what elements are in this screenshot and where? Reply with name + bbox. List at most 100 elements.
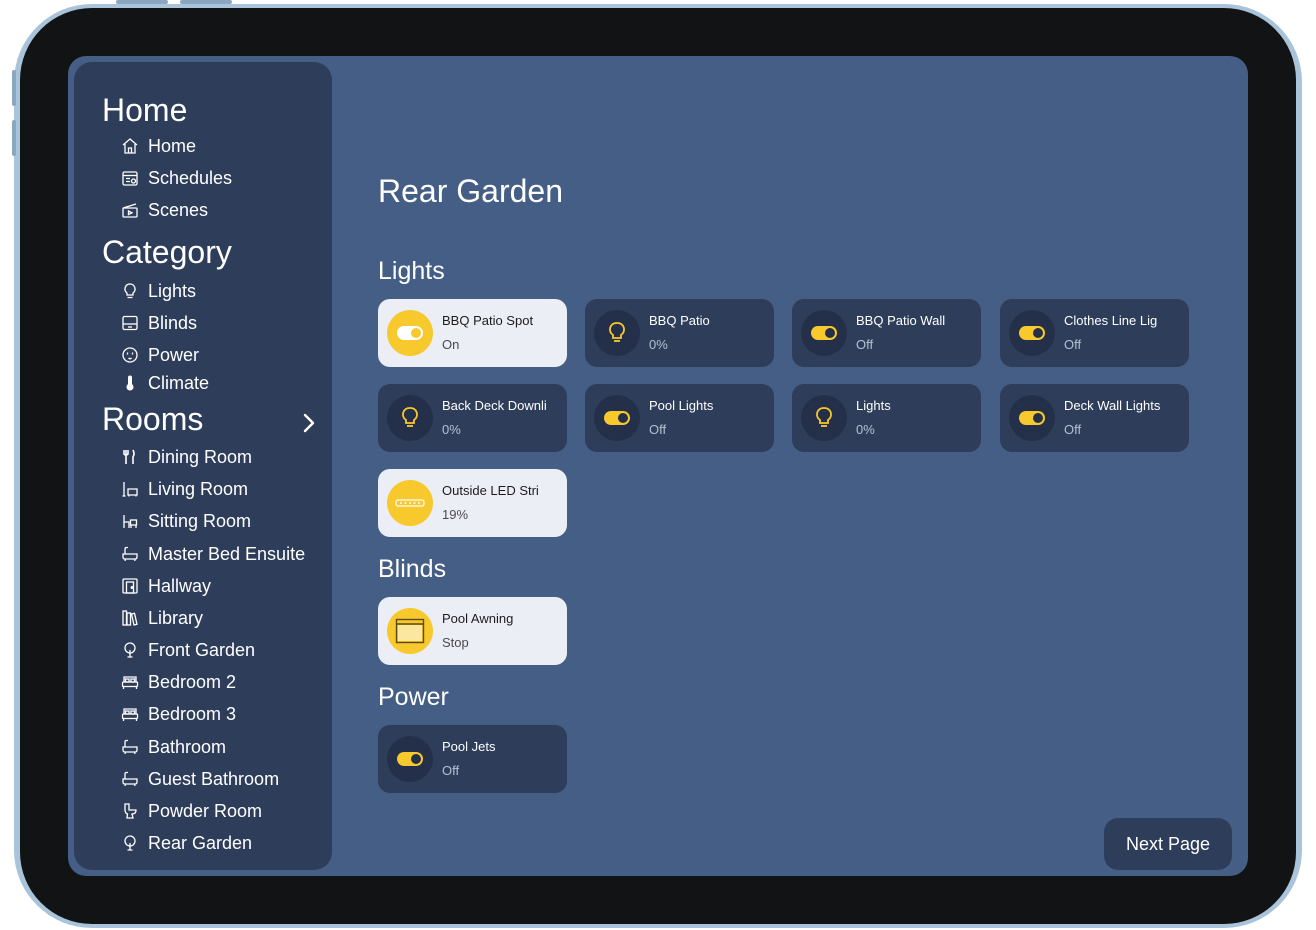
- sidebar-item-label: Front Garden: [148, 639, 256, 660]
- sidebar-item-living-room[interactable]: Living Room: [120, 476, 248, 502]
- device-tile-pool-awning[interactable]: Pool Awning Stop: [378, 597, 567, 665]
- sidebar-item-rear-garden[interactable]: Rear Garden: [120, 830, 252, 856]
- books-icon: [120, 608, 140, 628]
- device-name: BBQ Patio Spot: [442, 313, 534, 328]
- sidebar-item-label: Powder Room: [148, 800, 263, 821]
- lightbulb-icon: [120, 281, 140, 301]
- device-tile-pool-jets[interactable]: Pool Jets Off: [378, 725, 567, 793]
- sidebar-item-label: Bedroom 3: [148, 703, 237, 724]
- sidebar-item-lights[interactable]: Lights: [120, 278, 196, 304]
- bed-icon: [120, 704, 140, 724]
- top-button: [116, 0, 168, 4]
- device-state: Stop: [442, 635, 469, 650]
- sidebar-item-home[interactable]: Home: [120, 133, 196, 159]
- page-title: Rear Garden: [378, 173, 563, 209]
- clapperboard-icon: [120, 200, 140, 220]
- bathtub-icon: [120, 769, 140, 789]
- lightbulb-icon: [816, 407, 832, 427]
- led-strip-icon: [395, 499, 425, 507]
- device-name: Back Deck Downli: [442, 398, 547, 413]
- device-state: Off: [1064, 422, 1082, 437]
- fork-knife-icon: [120, 447, 140, 467]
- sidebar-item-guest-bathroom[interactable]: Guest Bathroom: [120, 766, 279, 792]
- sidebar-item-master-bed-ensuite[interactable]: Master Bed Ensuite: [120, 541, 305, 567]
- top-button: [180, 0, 232, 4]
- sidebar-item-power[interactable]: Power: [120, 342, 199, 368]
- sidebar-item-schedules[interactable]: Schedules: [120, 165, 232, 191]
- sidebar-item-library[interactable]: Library: [120, 605, 203, 631]
- main-content: Rear Garden Lights BBQ Patio Spot On BBQ …: [332, 56, 1248, 876]
- device-tile-bbq-patio[interactable]: BBQ Patio 0%: [585, 299, 774, 367]
- sidebar-item-scenes[interactable]: Scenes: [120, 197, 208, 223]
- device-state: 0%: [649, 337, 668, 352]
- device-tile-pool-lights[interactable]: Pool Lights Off: [585, 384, 774, 452]
- sidebar-item-hallway[interactable]: Hallway: [120, 573, 211, 599]
- device-name: Lights: [856, 398, 891, 413]
- toggle-icon: [1019, 326, 1045, 340]
- toggle-icon: [1019, 411, 1045, 425]
- sidebar-item-label: Rear Garden: [148, 832, 253, 853]
- device-tile-deck-wall-lights[interactable]: Deck Wall Lights Off: [1000, 384, 1189, 452]
- sidebar-item-bedroom-3[interactable]: Bedroom 3: [120, 701, 236, 727]
- device-name: Pool Lights: [649, 398, 714, 413]
- lamp-sofa-icon: [120, 479, 140, 499]
- thermometer-icon: [120, 373, 140, 393]
- armchair-icon: [120, 511, 140, 531]
- lightbulb-icon: [609, 322, 625, 342]
- device-name: BBQ Patio: [649, 313, 710, 328]
- device-name: Pool Awning: [442, 611, 514, 626]
- sidebar-item-label: Lights: [148, 280, 197, 301]
- device-name: BBQ Patio Wall: [856, 313, 946, 328]
- sidebar-item-bathroom[interactable]: Bathroom: [120, 734, 226, 760]
- toggle-icon: [397, 326, 423, 340]
- sidebar-item-dining-room[interactable]: Dining Room: [120, 444, 252, 470]
- sidebar: Home Home Schedules Scenes Category Ligh…: [74, 62, 332, 870]
- sidebar-item-climate[interactable]: Climate: [120, 370, 209, 396]
- device-state: Off: [649, 422, 667, 437]
- sidebar-item-label: Power: [148, 344, 200, 365]
- device-name: Deck Wall Lights: [1064, 398, 1161, 413]
- device-state: Off: [1064, 337, 1082, 352]
- blinds-icon: [395, 618, 425, 644]
- sidebar-item-powder-room[interactable]: Powder Room: [120, 798, 262, 824]
- device-name: Clothes Line Lig: [1064, 313, 1158, 328]
- sidebar-item-label: Scenes: [148, 199, 209, 220]
- category-heading: Category: [102, 234, 232, 270]
- bathtub-icon: [120, 737, 140, 757]
- sidebar-item-front-garden[interactable]: Front Garden: [120, 637, 255, 663]
- rooms-heading: Rooms: [102, 401, 204, 437]
- toggle-icon: [397, 752, 423, 766]
- device-state: Off: [856, 337, 874, 352]
- sidebar-item-bedroom-2[interactable]: Bedroom 2: [120, 669, 236, 695]
- sidebar-item-label: Hallway: [148, 575, 212, 596]
- section-title-lights: Lights: [378, 257, 445, 285]
- bathtub-icon: [120, 544, 140, 564]
- device-tile-bbq-patio-spot[interactable]: BBQ Patio Spot On: [378, 299, 567, 367]
- bed-icon: [120, 672, 140, 692]
- blinds-icon: [120, 313, 140, 333]
- sidebar-item-sitting-room[interactable]: Sitting Room: [120, 508, 251, 534]
- device-state: 0%: [856, 422, 875, 437]
- tree-icon: [120, 640, 140, 660]
- toilet-icon: [120, 801, 140, 821]
- chevron-right-icon[interactable]: [300, 410, 318, 436]
- section-title-blinds: Blinds: [378, 555, 447, 583]
- sidebar-item-label: Bathroom: [148, 736, 227, 757]
- device-state: On: [442, 337, 460, 352]
- screen: Home Home Schedules Scenes Category Ligh…: [68, 56, 1248, 876]
- next-page-button[interactable]: Next Page: [1104, 818, 1232, 870]
- device-tile-lights[interactable]: Lights 0%: [792, 384, 981, 452]
- door-icon: [120, 576, 140, 596]
- section-title-power: Power: [378, 683, 449, 711]
- device-tile-outside-led-strip[interactable]: Outside LED Stri 19%: [378, 469, 567, 537]
- volume-button: [12, 70, 16, 106]
- power-outlet-icon: [120, 345, 140, 365]
- sidebar-item-label: Guest Bathroom: [148, 768, 280, 789]
- sidebar-item-label: Dining Room: [148, 446, 253, 467]
- device-tile-bbq-patio-wall[interactable]: BBQ Patio Wall Off: [792, 299, 981, 367]
- sidebar-item-label: Sitting Room: [148, 510, 252, 531]
- sidebar-item-blinds[interactable]: Blinds: [120, 310, 197, 336]
- device-name: Pool Jets: [442, 739, 496, 754]
- device-tile-clothes-line-lights[interactable]: Clothes Line Lig Off: [1000, 299, 1189, 367]
- device-tile-back-deck-downlights[interactable]: Back Deck Downli 0%: [378, 384, 567, 452]
